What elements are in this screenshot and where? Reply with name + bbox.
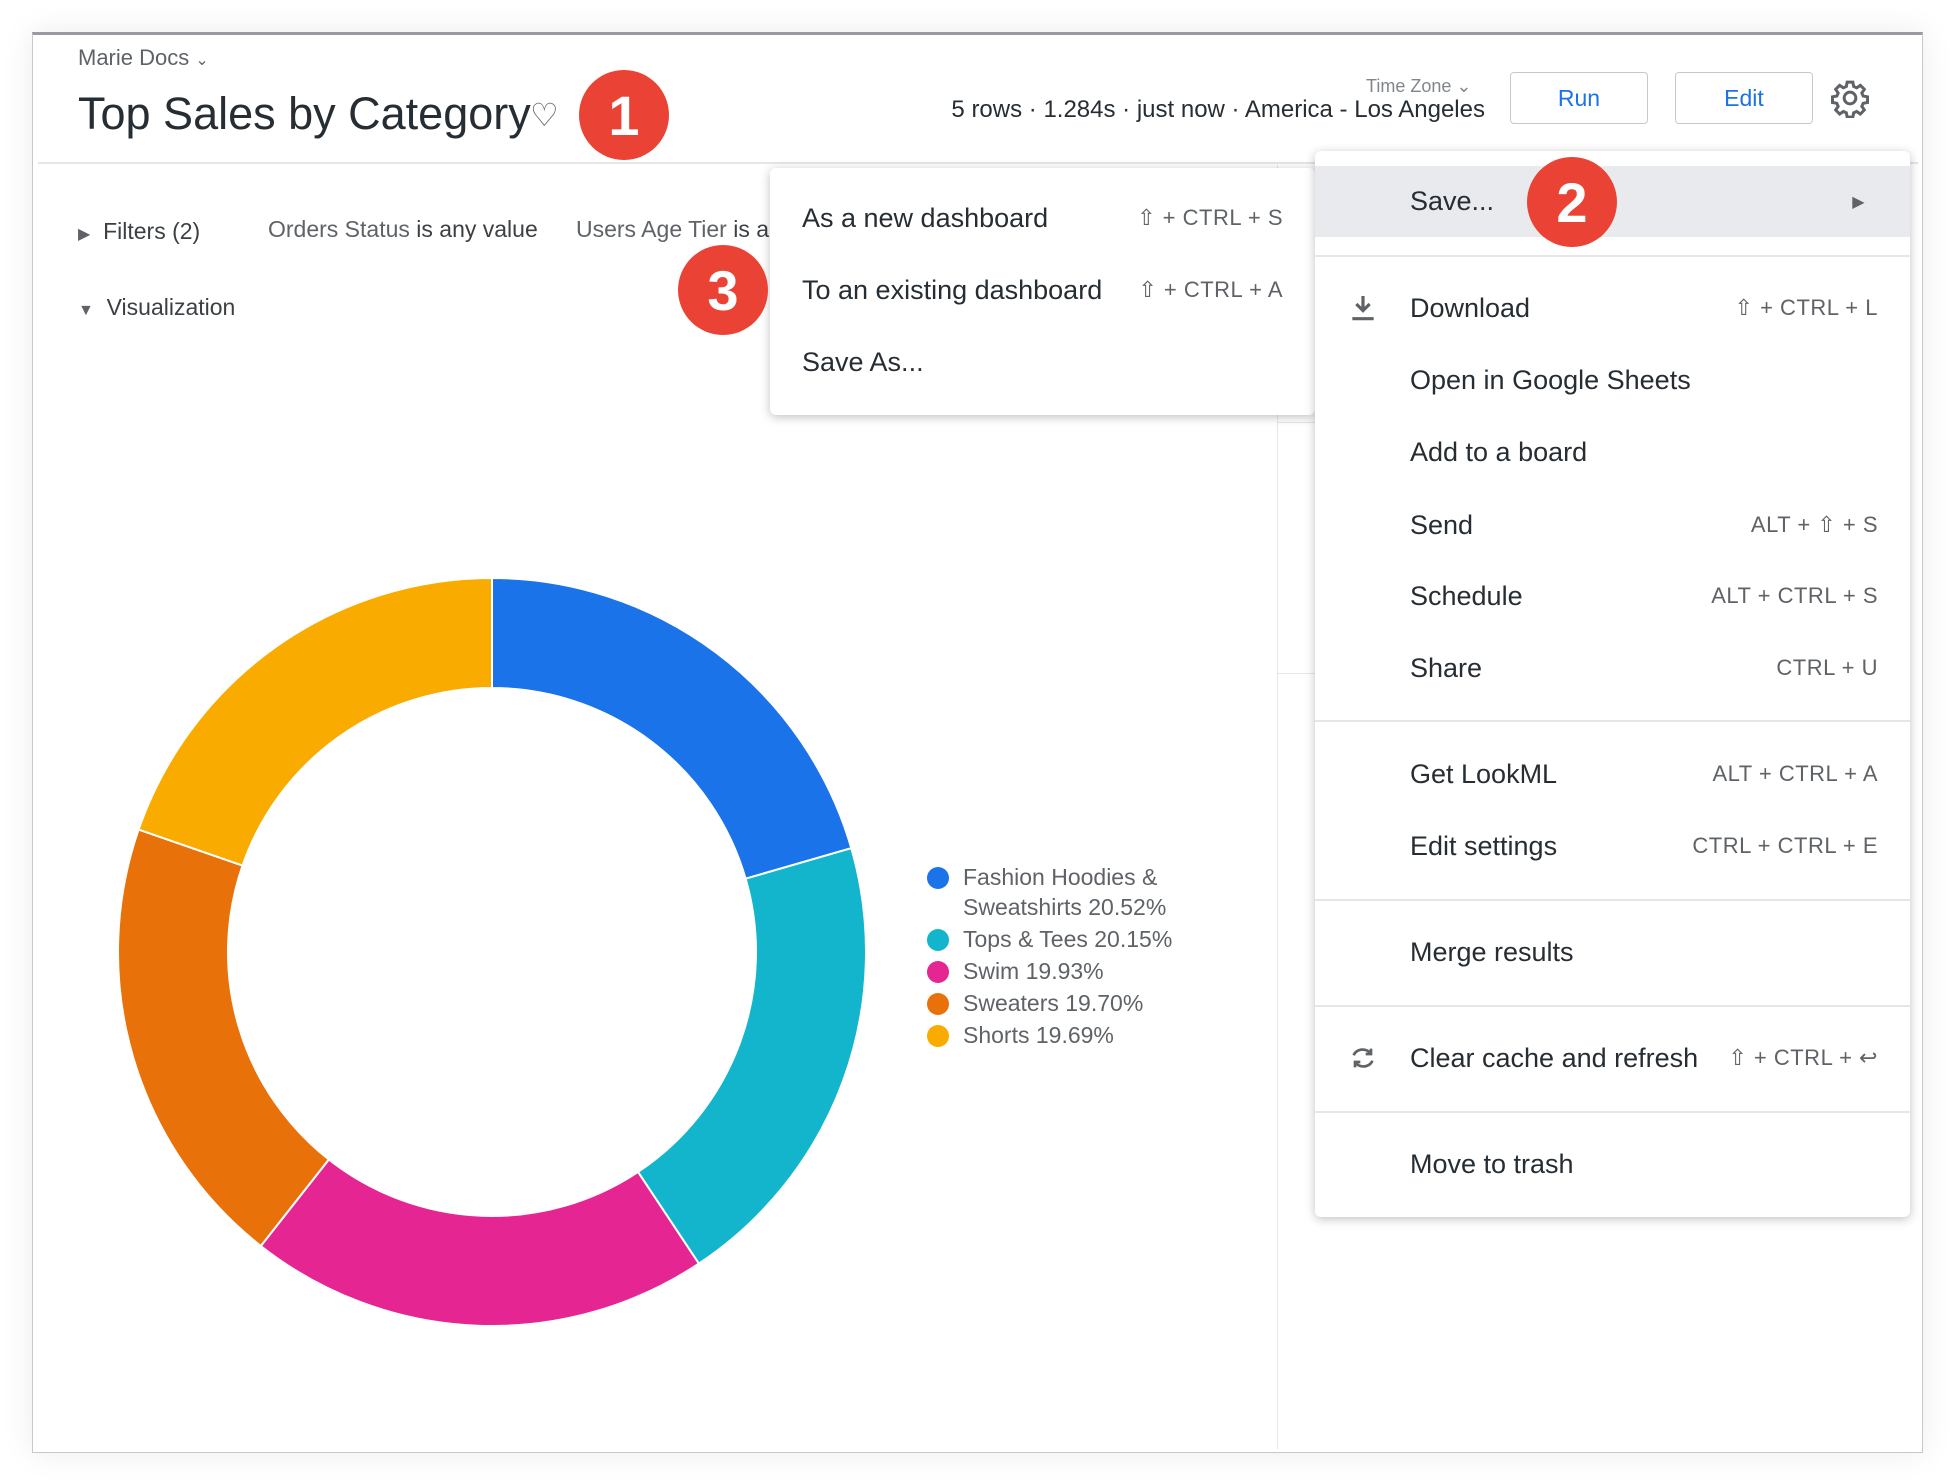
menu-item-save-new-dashboard[interactable]: As a new dashboard ⇧ + CTRL + S [770, 188, 1315, 248]
filter-summary: Orders Status is any value [268, 216, 538, 242]
caret-down-icon: ▼ [78, 302, 94, 319]
menu-item-add-to-board[interactable]: Add to a board [1315, 422, 1910, 482]
menu-item-get-lookml[interactable]: Get LookML ALT + CTRL + A [1315, 744, 1910, 804]
legend-label: Fashion Hoodies & [963, 864, 1158, 890]
legend-dot [927, 993, 949, 1015]
filters-label: Filters (2) [103, 218, 201, 244]
visualization-label: Visualization [106, 294, 236, 320]
chevron-down-icon: ⌄ [1456, 76, 1472, 96]
gear-menu: Save... ▶ Download ⇧ + CTRL + L Open in Go… [1315, 151, 1910, 1217]
filters-toggle[interactable]: ▶ Filters (2) [78, 218, 200, 245]
filter-summary: Users Age Tier is a [576, 216, 770, 242]
caret-right-icon: ▶ [78, 226, 91, 243]
menu-item-download[interactable]: Download ⇧ + CTRL + L [1315, 278, 1910, 338]
favorite-heart-icon[interactable]: ♡ [530, 96, 559, 134]
page-title: Top Sales by Category [78, 88, 531, 139]
legend-label: Sweaters 19.70% [963, 990, 1144, 1016]
legend-dot [927, 867, 949, 889]
visualization-toggle[interactable]: ▼ Visualization [78, 294, 235, 321]
edit-button[interactable]: Edit [1675, 72, 1813, 124]
legend-label: Tops & Tees 20.15% [963, 926, 1173, 952]
menu-item-edit-settings[interactable]: Edit settings CTRL + CTRL + E [1315, 816, 1910, 876]
donut-slice-tops-tees[interactable] [636, 846, 867, 1265]
legend-label: Shorts 19.69% [963, 1022, 1114, 1048]
download-icon [1352, 296, 1374, 321]
breadcrumb[interactable]: Marie Docs ⌄ [78, 45, 209, 71]
legend-dot [927, 961, 949, 983]
caret-right-icon: ▶ [1852, 193, 1865, 211]
donut-chart [117, 576, 867, 1327]
legend-label: Swim 19.93% [963, 958, 1104, 984]
gear-icon[interactable] [1830, 78, 1870, 118]
panel-divider [1278, 673, 1318, 674]
save-submenu: As a new dashboard ⇧ + CTRL + S To an exi… [770, 168, 1315, 415]
menu-item-clear-cache[interactable]: Clear cache and refresh ⇧ + CTRL + ↩ [1315, 1028, 1910, 1088]
step-badge-1: 1 [579, 70, 669, 160]
donut-slice-shorts[interactable] [137, 576, 493, 867]
timezone-selector[interactable]: Time Zone ⌄ [1366, 76, 1471, 97]
legend-dot [927, 1025, 949, 1047]
breadcrumb-label: Marie Docs [78, 45, 190, 70]
menu-item-move-to-trash[interactable]: Move to trash [1315, 1134, 1910, 1194]
menu-item-share[interactable]: Share CTRL + U [1315, 638, 1910, 698]
donut-slice-swim[interactable] [259, 1158, 701, 1327]
refresh-icon [1352, 1048, 1374, 1068]
menu-item-open-google-sheets[interactable]: Open in Google Sheets [1315, 350, 1910, 410]
timezone-label: Time Zone [1366, 76, 1452, 96]
menu-item-merge-results[interactable]: Merge results [1315, 922, 1910, 982]
menu-item-save-existing-dashboard[interactable]: To an existing dashboard ⇧ + CTRL + A [770, 260, 1315, 320]
legend-dot [927, 929, 949, 951]
legend-label: Sweatshirts 20.52% [963, 894, 1167, 920]
run-button[interactable]: Run [1510, 72, 1648, 124]
menu-item-send[interactable]: Send ALT + ⇧ + S [1315, 495, 1910, 555]
step-badge-2: 2 [1527, 157, 1617, 247]
step-badge-3: 3 [678, 245, 768, 335]
menu-item-schedule[interactable]: Schedule ALT + CTRL + S [1315, 566, 1910, 626]
query-stats: 5 rows · 1.284s · just now · America - L… [951, 96, 1485, 123]
panel-divider [1278, 422, 1318, 423]
menu-item-save-as[interactable]: Save As... [770, 332, 1315, 392]
donut-slice-fashion-hoodies-sweatshirts[interactable] [491, 576, 853, 880]
donut-slice-sweaters[interactable] [117, 828, 331, 1248]
chevron-down-icon: ⌄ [195, 52, 209, 69]
